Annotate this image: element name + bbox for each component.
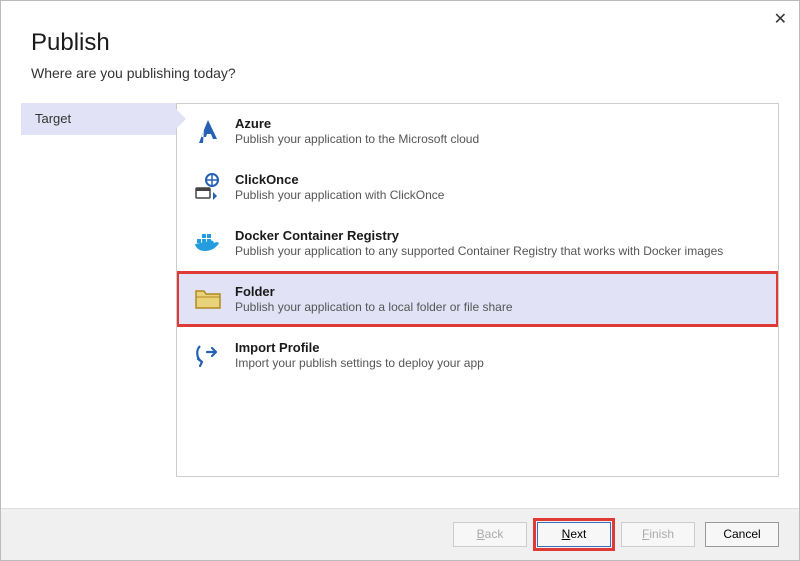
- import-icon: [191, 338, 225, 372]
- option-import-profile[interactable]: Import Profile Import your publish setti…: [177, 328, 778, 382]
- header: Publish Where are you publishing today?: [1, 1, 799, 91]
- target-options: Azure Publish your application to the Mi…: [176, 103, 779, 477]
- option-title: Folder: [235, 284, 764, 299]
- option-desc: Publish your application with ClickOnce: [235, 188, 764, 202]
- wizard-footer: Back Next Finish Cancel: [1, 508, 799, 560]
- page-subtitle: Where are you publishing today?: [31, 65, 769, 81]
- option-desc: Publish your application to the Microsof…: [235, 132, 764, 146]
- page-title: Publish: [31, 29, 769, 57]
- option-desc: Publish your application to any supporte…: [235, 244, 764, 258]
- option-desc: Import your publish settings to deploy y…: [235, 356, 764, 370]
- option-azure[interactable]: Azure Publish your application to the Mi…: [177, 104, 778, 158]
- option-title: Docker Container Registry: [235, 228, 764, 243]
- azure-icon: [191, 114, 225, 148]
- option-clickonce[interactable]: ClickOnce Publish your application with …: [177, 160, 778, 214]
- docker-icon: [191, 226, 225, 260]
- option-title: ClickOnce: [235, 172, 764, 187]
- option-folder[interactable]: Folder Publish your application to a loc…: [177, 272, 778, 326]
- option-title: Azure: [235, 116, 764, 131]
- cancel-button[interactable]: Cancel: [705, 522, 779, 547]
- clickonce-icon: [191, 170, 225, 204]
- wizard-steps: Target: [21, 103, 176, 477]
- folder-icon: [191, 282, 225, 316]
- option-docker[interactable]: Docker Container Registry Publish your a…: [177, 216, 778, 270]
- next-button[interactable]: Next: [537, 522, 611, 547]
- finish-button: Finish: [621, 522, 695, 547]
- step-target[interactable]: Target: [21, 103, 176, 135]
- option-desc: Publish your application to a local fold…: [235, 300, 764, 314]
- option-title: Import Profile: [235, 340, 764, 355]
- close-button[interactable]: ✕: [774, 9, 787, 29]
- back-button: Back: [453, 522, 527, 547]
